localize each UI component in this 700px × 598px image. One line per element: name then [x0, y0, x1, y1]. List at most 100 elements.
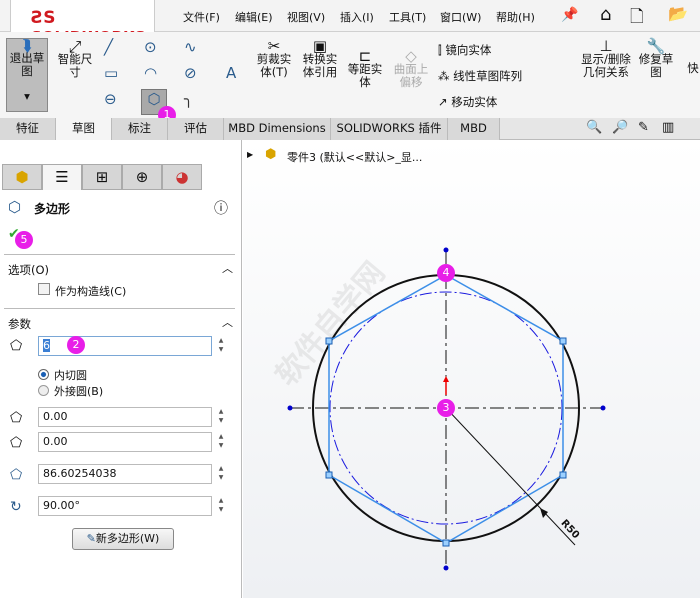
badge-3: 3: [437, 399, 455, 417]
mirror-button[interactable]: ⫿ 镜向实体: [438, 42, 491, 58]
vertex-handle: [442, 539, 450, 547]
polygon-icon: ⬡: [147, 90, 161, 108]
tab-mbd-dimensions[interactable]: MBD Dimensions: [224, 118, 331, 140]
ellipse-icon[interactable]: ⊘: [184, 64, 197, 82]
exit-sketch-button[interactable]: ⮯ 退出草图 ▾: [6, 38, 48, 112]
angle-input[interactable]: 90.00°: [38, 496, 212, 516]
line-icon[interactable]: ╱: [104, 38, 113, 56]
convert-entities-button[interactable]: ▣ 转换实体引用: [298, 39, 342, 79]
tab-evaluate[interactable]: 评估: [168, 118, 224, 140]
pin-icon[interactable]: 📌: [561, 7, 578, 23]
menu-help[interactable]: 帮助(H): [496, 9, 535, 25]
slot-icon[interactable]: ⊖: [104, 90, 117, 108]
center-x-icon: ⬠: [10, 410, 23, 426]
circle-diameter-icon: ⬠: [10, 467, 23, 483]
arc-icon[interactable]: ◠: [144, 64, 157, 82]
center-y-spinner[interactable]: ▲ ▼: [214, 432, 228, 452]
show-relations-label: 显示/删除几何关系: [581, 52, 631, 79]
offset-button[interactable]: ⊏ 等距实体: [344, 49, 386, 89]
previous-view-icon[interactable]: ✎: [638, 120, 649, 135]
graphics-area[interactable]: ▶ ⬢ 零件3 (默认<<默认>_显... 软件自学网 R50 3 4: [243, 140, 700, 598]
menu-window[interactable]: 窗口(W): [440, 9, 481, 25]
spline-icon[interactable]: ∿: [184, 38, 197, 56]
move-button[interactable]: ↗ 移动实体: [438, 94, 497, 110]
text-icon[interactable]: A: [226, 64, 236, 82]
tab-display[interactable]: ◕: [162, 164, 202, 190]
vertex-handle: [325, 337, 333, 345]
new-polygon-icon: ✎: [86, 532, 96, 545]
center-x-input[interactable]: 0.00: [38, 407, 212, 427]
circumscribed-radio[interactable]: [38, 385, 49, 396]
tab-annotation[interactable]: 标注: [112, 118, 168, 140]
circle-icon[interactable]: ⊙: [144, 38, 157, 56]
parameters-header[interactable]: 参数: [8, 316, 31, 332]
menu-view[interactable]: 视图(V): [287, 9, 325, 25]
tab-sketch[interactable]: 草图: [56, 118, 112, 140]
move-icon: ↗: [438, 95, 452, 109]
new-document-icon[interactable]: 🗋: [630, 4, 644, 33]
trim-button[interactable]: ✂ 剪裁实体(T): [252, 39, 296, 79]
divider: [4, 308, 235, 309]
menu-insert[interactable]: 插入(I): [340, 9, 374, 25]
diameter-spinner[interactable]: ▲ ▼: [214, 464, 228, 484]
badge-4: 4: [437, 264, 455, 282]
linear-pattern-label: 线性草图阵列: [453, 69, 523, 83]
smart-dimension-button[interactable]: ⤢ 智能尺寸: [54, 39, 96, 79]
open-icon[interactable]: 📂: [668, 4, 688, 23]
move-label: 移动实体: [451, 95, 498, 109]
inscribed-radio[interactable]: [38, 369, 49, 380]
solidworks-logo[interactable]: ƧS SOLIDWORKS: [10, 0, 155, 46]
tab-property-manager[interactable]: ☰: [42, 164, 82, 190]
configuration-icon: ⊞: [95, 168, 109, 186]
menu-file[interactable]: 文件(F): [183, 9, 220, 25]
home-icon[interactable]: ⌂: [600, 4, 611, 25]
rectangle-icon[interactable]: ▭: [104, 64, 118, 82]
new-polygon-button[interactable]: ✎新多边形(W): [72, 528, 174, 550]
panel-title: 多边形: [34, 202, 71, 216]
repair-sketch-button[interactable]: 🔧 修复草图: [638, 39, 674, 79]
polygon-icon: ⬡: [8, 198, 22, 216]
menu-edit[interactable]: 编辑(E): [235, 9, 273, 25]
mirror-label: 镜向实体: [445, 43, 492, 57]
sides-input[interactable]: 6: [38, 336, 212, 356]
vertex-handle: [559, 471, 567, 479]
smart-dimension-label: 智能尺寸: [57, 52, 93, 79]
zoom-fit-icon[interactable]: 🔍: [586, 120, 602, 135]
menu-tools[interactable]: 工具(T): [389, 9, 426, 25]
centerline-endpoint: [443, 565, 449, 571]
zoom-area-icon[interactable]: 🔎: [612, 120, 628, 135]
linear-pattern-button[interactable]: ⁂ 线性草图阵列: [438, 68, 522, 84]
tab-dimxpert[interactable]: ⊕: [122, 164, 162, 190]
pattern-icon: ⁂: [438, 69, 454, 83]
surface-offset-label: 曲面上偏移: [393, 62, 429, 89]
trim-label: 剪裁实体(T): [256, 52, 292, 79]
tab-solidworks-addins[interactable]: SOLIDWORKS 插件: [331, 118, 448, 140]
collapse-parameters-icon[interactable]: ︿: [222, 314, 233, 330]
new-polygon-label: 新多边形(W): [95, 532, 160, 545]
badge-5: 5: [15, 231, 33, 249]
section-view-icon[interactable]: ▥: [662, 120, 674, 135]
center-y-input[interactable]: 0.00: [38, 432, 212, 452]
collapse-options-icon[interactable]: ︿: [222, 260, 233, 276]
tab-feature-tree[interactable]: ⬢: [2, 164, 42, 190]
quick-snaps-button[interactable]: 快: [686, 62, 700, 75]
tab-configuration[interactable]: ⊞: [82, 164, 122, 190]
show-relations-button[interactable]: ⊥ 显示/删除几何关系: [578, 39, 634, 79]
centerline-endpoint: [443, 247, 449, 253]
tab-features[interactable]: 特征: [0, 118, 56, 140]
sides-spinner[interactable]: ▲ ▼: [214, 336, 228, 356]
circumscribed-label: 外接圆(B): [54, 385, 104, 398]
center-x-spinner[interactable]: ▲ ▼: [214, 407, 228, 427]
divider: [4, 254, 235, 255]
angle-spinner[interactable]: ▲ ▼: [214, 496, 228, 516]
help-icon[interactable]: ⓘ: [214, 198, 228, 218]
options-header[interactable]: 选项(O): [8, 262, 49, 278]
surface-offset-button[interactable]: ◇ 曲面上偏移: [390, 49, 432, 89]
construction-checkbox[interactable]: [38, 283, 50, 295]
tab-mbd[interactable]: MBD: [448, 118, 500, 140]
diameter-input[interactable]: 86.60254038: [38, 464, 212, 484]
crosshair-icon: ⊕: [135, 168, 149, 186]
centerline-endpoint: [287, 405, 293, 411]
fillet-icon[interactable]: ╮: [184, 90, 193, 108]
part-icon: ⬢: [15, 168, 29, 186]
